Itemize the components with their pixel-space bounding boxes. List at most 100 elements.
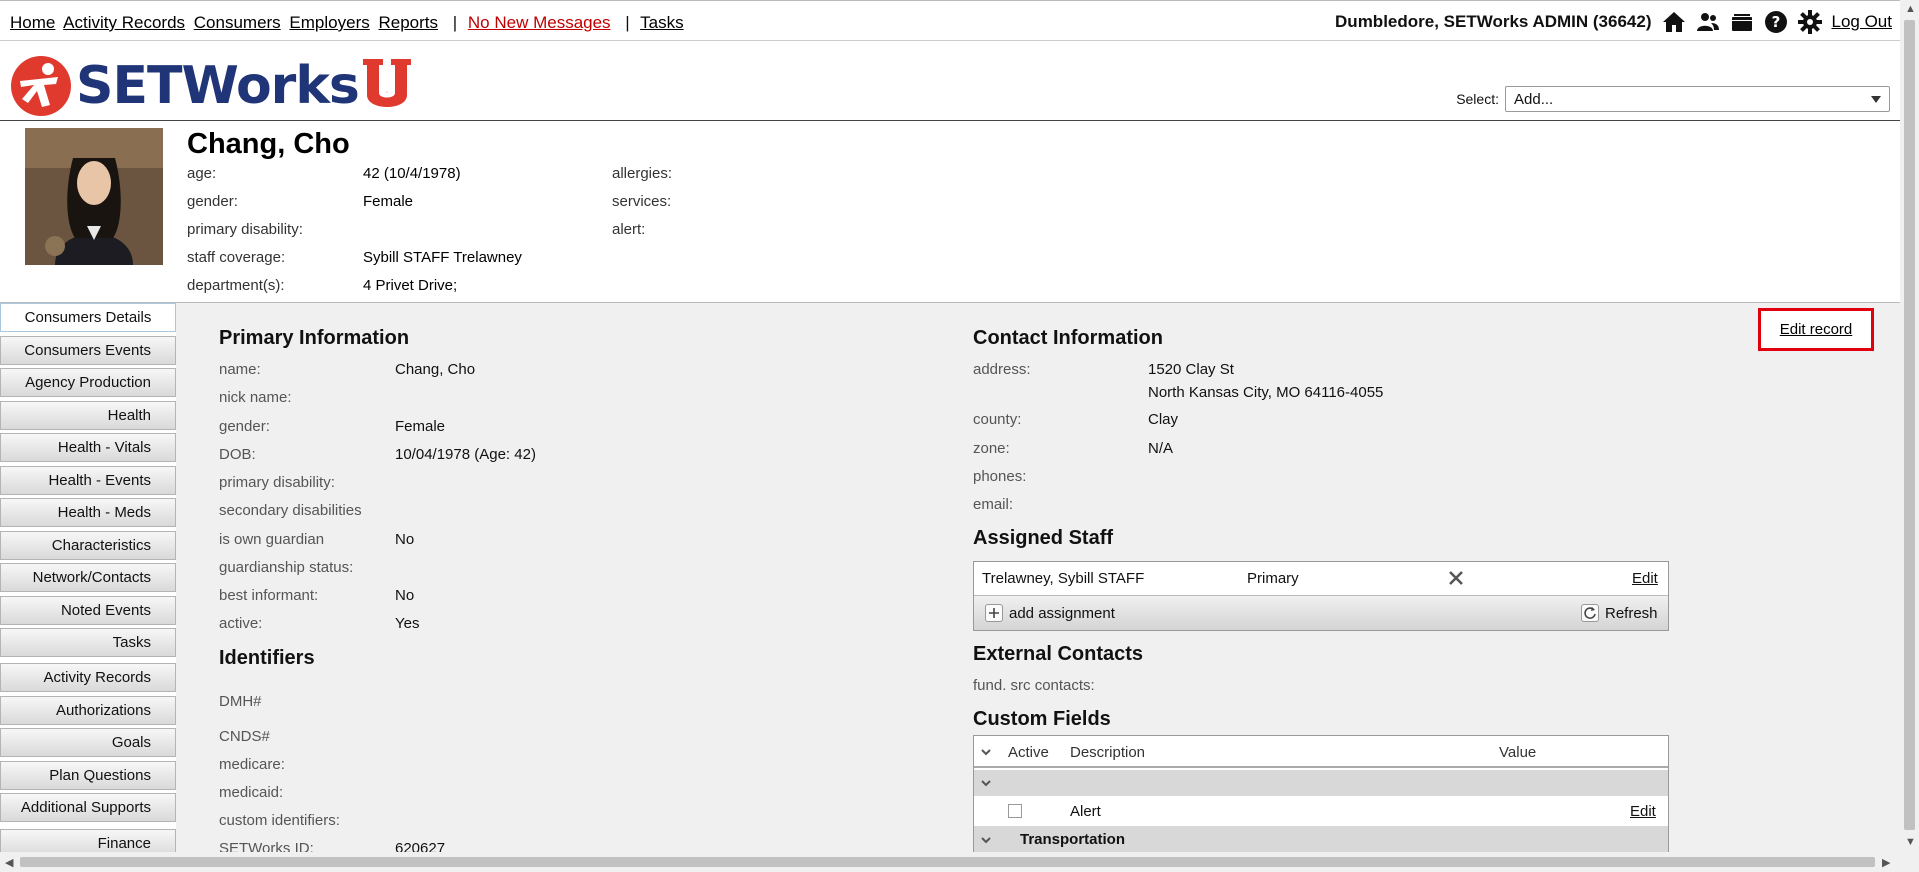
field-label: SETWorks ID: bbox=[219, 840, 314, 852]
column-header-active[interactable]: Active bbox=[1008, 744, 1049, 761]
left-navigation: Consumers Details Consumers Events Agenc… bbox=[0, 303, 176, 852]
staff-name: Trelawney, Sybill STAFF bbox=[982, 570, 1145, 587]
nav-link-home[interactable]: Home bbox=[10, 13, 55, 32]
custom-fields-table: Active Description Value Alert Edit Tran… bbox=[973, 735, 1669, 852]
staff-coverage-value: Sybill STAFF Trelawney bbox=[363, 249, 522, 266]
add-assignment-button[interactable]: add assignment bbox=[1009, 605, 1115, 622]
field-label: gender: bbox=[219, 418, 270, 435]
field-label: is own guardian bbox=[219, 531, 325, 548]
add-select-dropdown[interactable]: Add... bbox=[1505, 86, 1890, 112]
scroll-down-icon[interactable]: ▼ bbox=[1905, 836, 1916, 848]
gear-icon[interactable] bbox=[1797, 10, 1822, 34]
vertical-scroll-thumb[interactable] bbox=[1904, 20, 1915, 830]
sidebar-item-activity-records[interactable]: Activity Records bbox=[0, 663, 176, 692]
phones-label: phones: bbox=[973, 468, 1027, 485]
sidebar-item-network-contacts[interactable]: Network/Contacts bbox=[0, 563, 176, 592]
field-value: No bbox=[395, 531, 415, 548]
sidebar-item-consumers-details[interactable]: Consumers Details bbox=[0, 303, 176, 332]
svg-text:?: ? bbox=[1771, 13, 1780, 31]
logout-link[interactable]: Log Out bbox=[1832, 12, 1893, 32]
help-icon[interactable]: ? bbox=[1764, 10, 1788, 34]
custom-field-edit-link[interactable]: Edit bbox=[1630, 803, 1656, 820]
active-checkbox[interactable] bbox=[1008, 804, 1022, 818]
chevron-down-icon bbox=[1871, 96, 1881, 103]
remove-icon[interactable] bbox=[1448, 570, 1464, 586]
folder-icon[interactable] bbox=[1730, 10, 1754, 34]
address-line-1: 1520 Clay St bbox=[1148, 361, 1234, 378]
zone-label: zone: bbox=[973, 440, 1010, 457]
edit-record-link[interactable]: Edit record bbox=[1780, 321, 1853, 338]
logo-wordmark: SETWorks bbox=[76, 56, 360, 116]
departments-label: department(s): bbox=[187, 277, 285, 294]
nav-link-activity-records[interactable]: Activity Records bbox=[63, 13, 185, 32]
sidebar-item-health-meds[interactable]: Health - Meds bbox=[0, 498, 176, 527]
custom-fields-header: Active Description Value bbox=[974, 736, 1668, 768]
column-header-description[interactable]: Description bbox=[1070, 744, 1145, 761]
primary-disability-label: primary disability: bbox=[187, 221, 303, 238]
departments-value: 4 Privet Drive; bbox=[363, 277, 458, 294]
select-label: Select: bbox=[1456, 91, 1499, 107]
scroll-up-icon[interactable]: ▲ bbox=[1905, 3, 1916, 15]
custom-fields-group[interactable] bbox=[974, 770, 1668, 796]
refresh-icon[interactable] bbox=[1581, 604, 1599, 622]
sidebar-item-tasks[interactable]: Tasks bbox=[0, 628, 176, 657]
gender-label: gender: bbox=[187, 193, 238, 210]
home-icon[interactable] bbox=[1662, 10, 1686, 34]
sidebar-item-noted-events[interactable]: Noted Events bbox=[0, 596, 176, 625]
sidebar-item-consumers-events[interactable]: Consumers Events bbox=[0, 336, 176, 365]
consumer-photo bbox=[25, 128, 163, 265]
alert-label: alert: bbox=[612, 221, 646, 238]
allergies-label: allergies: bbox=[612, 165, 673, 182]
field-label: CNDS# bbox=[219, 728, 270, 745]
messages-link[interactable]: No New Messages bbox=[468, 13, 611, 32]
sidebar-item-finance[interactable]: Finance bbox=[0, 829, 176, 852]
logo-figure-icon bbox=[11, 56, 71, 116]
nav-link-consumers[interactable]: Consumers bbox=[194, 13, 281, 32]
custom-fields-group-transportation[interactable]: Transportation bbox=[974, 826, 1668, 852]
nav-separator: | bbox=[625, 13, 630, 32]
primary-information-title: Primary Information bbox=[219, 327, 410, 349]
field-value: Female bbox=[395, 418, 446, 435]
current-user-label: Dumbledore, SETWorks ADMIN (36642) bbox=[1335, 12, 1652, 31]
sidebar-item-goals[interactable]: Goals bbox=[0, 728, 176, 757]
sidebar-item-additional-supports[interactable]: Additional Supports bbox=[0, 793, 176, 822]
county-label: county: bbox=[973, 411, 1022, 428]
staff-edit-link[interactable]: Edit bbox=[1632, 570, 1658, 587]
horizontal-scrollbar[interactable]: ◀ ▶ bbox=[0, 852, 1919, 872]
nav-link-tasks[interactable]: Tasks bbox=[640, 13, 683, 32]
sidebar-item-characteristics[interactable]: Characteristics bbox=[0, 531, 176, 560]
vertical-scrollbar[interactable]: ▲ ▼ bbox=[1900, 0, 1919, 852]
table-row: Alert Edit bbox=[998, 796, 1668, 826]
sidebar-item-health-vitals[interactable]: Health - Vitals bbox=[0, 433, 176, 462]
chevron-down-icon[interactable] bbox=[980, 834, 992, 846]
field-label: nick name: bbox=[219, 389, 292, 406]
top-nav-right: Dumbledore, SETWorks ADMIN (36642) ? Log… bbox=[1335, 10, 1892, 34]
sidebar-item-authorizations[interactable]: Authorizations bbox=[0, 696, 176, 725]
add-icon[interactable] bbox=[985, 604, 1003, 622]
refresh-button[interactable]: Refresh bbox=[1605, 605, 1658, 622]
nav-link-reports[interactable]: Reports bbox=[378, 13, 438, 32]
horizontal-scroll-thumb[interactable] bbox=[20, 857, 1875, 867]
address-line-2: North Kansas City, MO 64116-4055 bbox=[1148, 384, 1384, 401]
scroll-left-icon[interactable]: ◀ bbox=[5, 856, 13, 869]
sidebar-item-health-events[interactable]: Health - Events bbox=[0, 466, 176, 495]
nav-separator: | bbox=[452, 13, 458, 32]
setworks-logo[interactable]: SETWorks U bbox=[10, 55, 413, 117]
sidebar-item-plan-questions[interactable]: Plan Questions bbox=[0, 761, 176, 790]
assigned-staff-panel: Trelawney, Sybill STAFF Primary Edit add… bbox=[973, 561, 1669, 631]
chevron-down-icon[interactable] bbox=[980, 777, 992, 789]
sidebar-item-health[interactable]: Health bbox=[0, 401, 176, 430]
users-icon[interactable] bbox=[1696, 10, 1720, 34]
scroll-right-icon[interactable]: ▶ bbox=[1882, 856, 1890, 869]
column-header-value[interactable]: Value bbox=[1499, 744, 1536, 761]
field-label: DOB: bbox=[219, 446, 256, 463]
top-nav-links: Home Activity Records Consumers Employer… bbox=[10, 13, 688, 33]
custom-field-description: Alert bbox=[1070, 803, 1101, 820]
chevron-down-icon[interactable] bbox=[980, 746, 992, 758]
sidebar-item-agency-production[interactable]: Agency Production bbox=[0, 368, 176, 397]
nav-link-employers[interactable]: Employers bbox=[289, 13, 369, 32]
services-label: services: bbox=[612, 193, 672, 210]
address-label: address: bbox=[973, 361, 1031, 378]
gender-value: Female bbox=[363, 193, 414, 210]
edit-record-button[interactable]: Edit record bbox=[1758, 308, 1874, 351]
